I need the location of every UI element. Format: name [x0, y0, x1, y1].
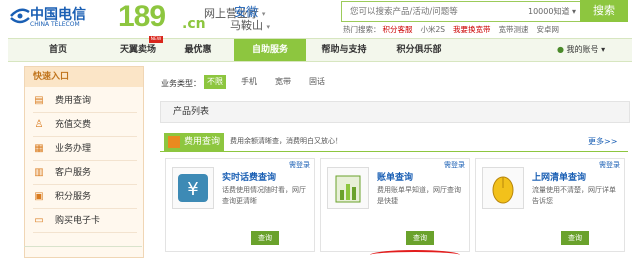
document-icon: ▦: [34, 143, 44, 154]
my-account-label: 我的账号: [566, 45, 599, 54]
product-image: ¥: [172, 167, 214, 209]
section-title-label: 费用查询: [184, 137, 221, 147]
search-scope-select[interactable]: 10000知道 ▾: [528, 2, 580, 21]
sidebar-divider: [24, 246, 142, 257]
card-icon: ▭: [34, 215, 44, 226]
search-box: 10000知道 ▾: [341, 1, 583, 22]
section-header: 费用查询 费用余额清晰查，消费明白又放心！ 更多>>: [160, 133, 628, 152]
product-list-title: 产品列表: [173, 107, 210, 117]
chevron-down-icon: ▾: [601, 45, 606, 54]
filter-option-landline[interactable]: 固话: [306, 75, 328, 89]
new-badge: NEW: [149, 36, 163, 43]
card-title[interactable]: 上网清单查询: [532, 170, 586, 183]
bill-icon: ▤: [34, 95, 44, 106]
yen-coin-icon: ¥: [178, 174, 208, 202]
nav-item-deals[interactable]: 最优惠: [168, 39, 228, 61]
card-title[interactable]: 账单查询: [377, 170, 413, 183]
sidebar-item-recharge[interactable]: ♙ 充值交费: [33, 114, 137, 137]
sidebar-item-business[interactable]: ▦ 业务办理: [33, 138, 137, 161]
sidebar-item-customer-service[interactable]: ▥ 客户服务: [33, 162, 137, 185]
search-input[interactable]: [350, 2, 510, 21]
product-image: [482, 167, 524, 209]
login-required-badge: 需登录: [289, 161, 310, 169]
nav-item-help[interactable]: 帮助与支持: [306, 39, 382, 61]
hot-search: 热门搜索： 积分客服 小米2S 我要换宽带 宽带测速 安卓网: [343, 24, 567, 35]
sidebar-item-billing[interactable]: ▤ 费用查询: [33, 90, 137, 113]
city-selector[interactable]: 马鞍山 ▾: [230, 17, 270, 33]
more-link[interactable]: 更多>>: [588, 136, 617, 147]
business-type-label: 业务类型：: [161, 79, 201, 88]
sidebar-item-label: 积分服务: [55, 192, 92, 202]
card-description: 费用账单早知道，网厅查询是快捷: [377, 186, 461, 205]
main-nav: 首页 天翼卖场 NEW 最优惠 自助服务 帮助与支持 积分俱乐部 ● 我的账号 …: [8, 36, 632, 62]
card-description: 流量使用不清楚，网厅详单告诉您: [532, 186, 616, 205]
login-required-badge: 需登录: [444, 161, 465, 169]
clipboard-icon: ▥: [34, 167, 44, 178]
bill-chart-icon: [335, 175, 361, 203]
site-logo-suffix: .cn: [182, 16, 206, 32]
product-list-header: 产品列表: [160, 101, 630, 123]
sidebar-item-label: 充值交费: [55, 120, 92, 130]
sidebar-item-label: 客户服务: [55, 168, 92, 178]
product-card: 需登录 上网清单查询 流量使用不清楚，网厅详单告诉您 查询: [475, 158, 625, 252]
sidebar-item-points[interactable]: ▣ 积分服务: [33, 186, 137, 209]
query-button[interactable]: 查询: [406, 231, 434, 245]
mouse-icon: [492, 176, 514, 204]
chevron-down-icon: ▾: [266, 23, 271, 31]
nav-item-self-service[interactable]: 自助服务: [234, 39, 306, 61]
hot-term[interactable]: 小米2S: [421, 25, 446, 34]
user-icon: ♙: [34, 119, 44, 130]
points-icon: ▣: [34, 191, 44, 202]
site-logo-189[interactable]: 189: [118, 0, 166, 34]
query-button[interactable]: 查询: [251, 231, 279, 245]
sidebar-item-label: 费用查询: [55, 96, 92, 106]
nav-item-points[interactable]: 积分俱乐部: [382, 39, 456, 61]
card-description: 话费使用情况随时看，网厅查询更清晰: [222, 186, 306, 205]
filter-option-all[interactable]: 不限: [204, 75, 226, 89]
sidebar-title: 快速入口: [25, 67, 143, 87]
sidebar-item-label: 业务办理: [55, 144, 92, 154]
product-image: [327, 167, 369, 209]
product-card: 需登录 账单查询 费用账单早知道，网厅查询是快捷 查询: [320, 158, 470, 252]
brand-name-en: CHINA TELECOM: [30, 21, 80, 28]
hot-term[interactable]: 积分客服: [383, 25, 413, 34]
quick-access-sidebar: 快速入口 ▤ 费用查询 ♙ 充值交费 ▦ 业务办理 ▥ 客户服务 ▣ 积分服务 ▭ 购买电子…: [24, 66, 144, 258]
search-button[interactable]: 搜索: [580, 0, 628, 22]
svg-text:¥: ¥: [187, 179, 198, 200]
login-required-badge: 需登录: [599, 161, 620, 169]
user-icon: ●: [557, 45, 564, 54]
filter-option-broadband[interactable]: 宽带: [272, 75, 294, 89]
chevron-down-icon: ▾: [572, 7, 577, 16]
section-description: 费用余额清晰查，消费明白又放心！: [230, 137, 342, 145]
search-scope-value: 10000知道: [528, 7, 570, 16]
hot-term[interactable]: 我要换宽带: [453, 25, 491, 34]
hot-term[interactable]: 安卓网: [537, 25, 560, 34]
china-telecom-logo-icon: [10, 8, 30, 24]
city-label: 马鞍山: [230, 19, 263, 32]
sidebar-item-label: 购买电子卡: [55, 216, 101, 226]
sidebar-item-ecard[interactable]: ▭ 购买电子卡: [33, 210, 137, 233]
hot-search-label: 热门搜索：: [343, 25, 381, 34]
query-button[interactable]: 查询: [561, 231, 589, 245]
section-title: 费用查询: [164, 133, 224, 151]
nav-item-home[interactable]: 首页: [8, 39, 108, 61]
hot-term[interactable]: 宽带测速: [499, 25, 529, 34]
annotation-mark: [370, 250, 460, 260]
my-account-menu[interactable]: ● 我的账号 ▾: [557, 39, 605, 61]
product-card: 需登录 ¥ 实时话费查询 话费使用情况随时看，网厅查询更清晰 查询: [165, 158, 315, 252]
filter-option-mobile[interactable]: 手机: [238, 75, 260, 89]
card-title[interactable]: 实时话费查询: [222, 170, 276, 183]
wallet-icon: [168, 136, 180, 148]
